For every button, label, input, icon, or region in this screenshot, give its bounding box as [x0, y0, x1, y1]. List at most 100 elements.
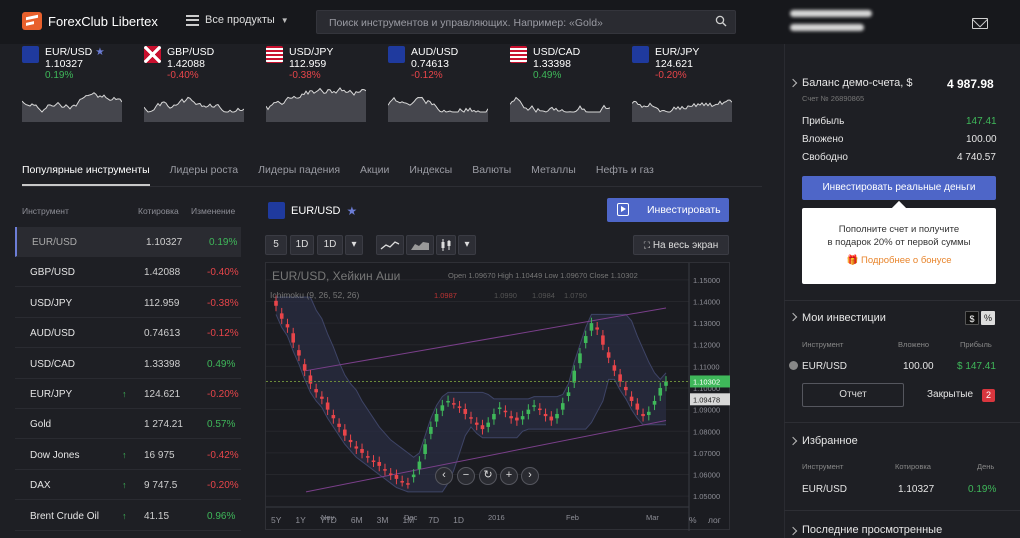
ohlc-readout: Open 1.09670 High 1.10449 Low 1.09670 Cl…	[448, 271, 638, 280]
ticker-symbol: EUR/USD ★	[45, 46, 105, 58]
period-7[interactable]: 1D	[453, 515, 464, 525]
interval-5[interactable]: 5	[265, 235, 287, 255]
tab-2[interactable]: Лидеры падения	[258, 164, 340, 186]
period-selector: 5Y 1Y YTD 6M 3M 1M 7D 1D	[271, 515, 464, 525]
menu-icon	[186, 14, 199, 26]
list-item-name: EUR/USD	[32, 237, 78, 248]
interval-1d[interactable]: 1D	[290, 235, 314, 255]
period-2[interactable]: YTD	[320, 515, 337, 525]
sparkline-area	[266, 88, 366, 122]
list-item[interactable]: GBP/USD 1.42088 -0.40%	[15, 257, 241, 288]
invest-real-money-button[interactable]: Инвестировать реальные деньги	[802, 176, 996, 200]
candle-body	[595, 327, 599, 330]
search-icon[interactable]	[715, 15, 727, 27]
ticker-text: AUD/USD 0.74613 -0.12%	[411, 46, 458, 82]
all-products-menu[interactable]: Все продукты ▼	[186, 14, 289, 26]
ticker-usd-jpy[interactable]: USD/JPY 112.959 -0.38%	[266, 46, 366, 126]
period-5[interactable]: 1M	[402, 515, 414, 525]
y-tick-label: 1.13000	[693, 319, 720, 328]
list-item[interactable]: EUR/USD 1.10327 0.19%	[15, 227, 241, 257]
report-button[interactable]: Отчет	[802, 383, 904, 407]
ticker-eur-usd[interactable]: EUR/USD ★ 1.10327 0.19%	[22, 46, 122, 126]
candle-body	[652, 400, 657, 405]
mail-icon[interactable]	[972, 18, 988, 29]
candle-chart-icon[interactable]	[436, 235, 456, 255]
closed-label[interactable]: Закрытые	[927, 389, 973, 400]
log-scale-toggle[interactable]: лог	[708, 515, 721, 525]
price-chart[interactable]: 1.15000 1.14000 1.13000 1.12000 1.11000 1.100…	[265, 262, 731, 531]
bonus-link[interactable]: 🎁 Подробнее о бонусе	[802, 255, 996, 266]
candle-body	[538, 408, 542, 411]
scroll-left-button[interactable]: ‹	[435, 467, 453, 485]
list-item-name: DAX	[30, 480, 51, 492]
list-item-change: 0.57%	[207, 419, 236, 431]
favorite-star-icon[interactable]: ★	[95, 46, 104, 58]
tab-6[interactable]: Металлы	[531, 164, 576, 186]
period-4[interactable]: 3M	[377, 515, 389, 525]
y-tick-label: 1.14000	[693, 297, 720, 306]
tab-7[interactable]: Нефть и газ	[596, 164, 654, 186]
scroll-right-button[interactable]: ›	[521, 467, 539, 485]
candle-body	[635, 403, 640, 410]
candle-body	[388, 473, 393, 475]
tab-3[interactable]: Акции	[360, 164, 389, 186]
logo-mark-icon	[22, 12, 42, 30]
y-tick-label: 1.09000	[693, 406, 720, 415]
period-1[interactable]: 1Y	[295, 515, 305, 525]
area-chart-icon[interactable]	[406, 235, 434, 255]
zoom-in-button[interactable]: +	[500, 467, 518, 485]
last-price-label: 1.10302	[693, 377, 720, 386]
ticker-eur-jpy[interactable]: EUR/JPY 124.621 -0.20%	[632, 46, 732, 126]
tab-1[interactable]: Лидеры роста	[170, 164, 239, 186]
fav-row-day: 0.19%	[968, 484, 997, 495]
zoom-out-button[interactable]: −	[457, 467, 475, 485]
ticker-usd-cad[interactable]: USD/CAD 1.33398 0.49%	[510, 46, 610, 126]
list-item[interactable]: USD/JPY 112.959 -0.38%	[15, 288, 241, 318]
interval-dropdown-icon[interactable]: ▾	[345, 235, 363, 255]
list-item[interactable]: USD/CAD 1.33398 0.49%	[15, 349, 241, 379]
interval-1d-selected[interactable]: 1D	[317, 235, 343, 255]
candle-body	[532, 405, 536, 407]
second-price-label: 1.09478	[693, 395, 720, 404]
inv-header-instrument: Инструмент	[802, 340, 844, 349]
period-6[interactable]: 7D	[428, 515, 439, 525]
logo[interactable]: ForexClub Libertex	[22, 12, 158, 30]
account-number: Счет № 26890865	[802, 94, 865, 103]
list-item[interactable]: AUD/USD 0.74613 -0.12%	[15, 318, 241, 349]
sparkline	[144, 96, 244, 122]
recently-viewed-title: Последние просмотренные	[802, 524, 943, 536]
list-item[interactable]: EUR/JPY ↑ 124.621 -0.20%	[15, 379, 241, 409]
ticker-aud-usd[interactable]: AUD/USD 0.74613 -0.12%	[388, 46, 488, 126]
search-input[interactable]: Поиск инструментов и управляющих. Наприм…	[316, 10, 736, 34]
period-3[interactable]: 6M	[351, 515, 363, 525]
percent-scale-toggle[interactable]: %	[689, 515, 697, 525]
candle-body	[411, 474, 416, 478]
promo-line-2: в подарок 20% от первой суммы	[827, 237, 971, 248]
tab-0[interactable]: Популярные инструменты	[22, 164, 150, 186]
percent-toggle[interactable]: %	[981, 311, 995, 325]
chart-type-dropdown-icon[interactable]: ▾	[458, 235, 476, 255]
trend-up-icon: ↑	[122, 389, 127, 399]
period-0[interactable]: 5Y	[271, 515, 281, 525]
tab-4[interactable]: Индексы	[409, 164, 452, 186]
ticker-gbp-usd[interactable]: GBP/USD 1.42088 -0.40%	[144, 46, 244, 126]
chart-canvas[interactable]: 1.150001.140001.130001.120001.110001.100…	[266, 263, 731, 531]
chart-symbol-header: EUR/USD ★	[268, 202, 357, 219]
candle-body	[486, 422, 491, 427]
list-item[interactable]: Gold 1 274.21 0.57%	[15, 409, 241, 440]
list-item-price: 1 274.21	[144, 419, 183, 431]
list-item[interactable]: Brent Crude Oil ↑ 41.15 0.96%	[15, 501, 241, 531]
tab-5[interactable]: Валюты	[472, 164, 511, 186]
reset-zoom-button[interactable]: ↻	[479, 467, 497, 485]
candle-body	[337, 423, 341, 427]
fullscreen-button[interactable]: ⛶ На весь экран	[633, 235, 729, 255]
candle-body	[606, 352, 611, 358]
currency-toggle[interactable]: $	[965, 311, 979, 325]
sparkline-area	[22, 92, 122, 122]
line-chart-icon[interactable]	[376, 235, 404, 255]
list-item[interactable]: DAX ↑ 9 747.5 -0.20%	[15, 470, 241, 501]
list-item[interactable]: Dow Jones ↑ 16 975 -0.42%	[15, 440, 241, 470]
ticker-change: 0.49%	[533, 70, 562, 81]
favorite-star-icon[interactable]: ★	[347, 204, 358, 218]
invest-button[interactable]: Инвестировать	[607, 198, 729, 222]
